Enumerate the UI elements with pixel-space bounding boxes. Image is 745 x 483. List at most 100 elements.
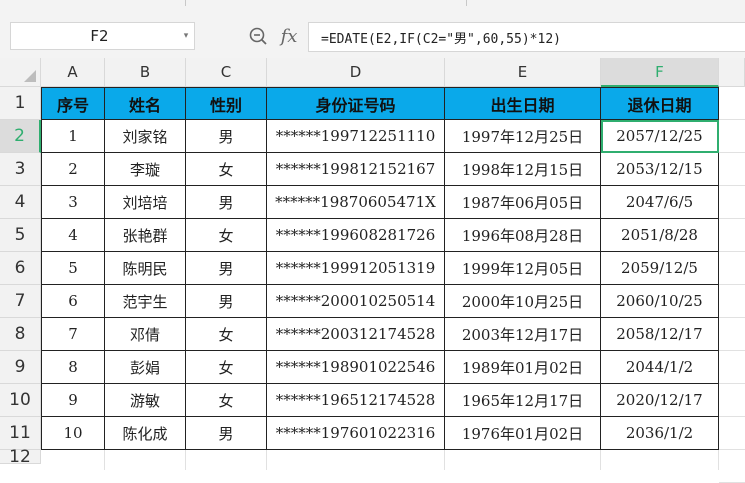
cell-index[interactable]: 7 — [41, 318, 105, 351]
cell-birth-date[interactable]: 1998年12月15日 — [445, 153, 601, 186]
cell-index[interactable]: 4 — [41, 219, 105, 252]
column-header-f[interactable]: F — [601, 58, 719, 87]
table-header-id-number[interactable]: 身份证号码 — [267, 87, 445, 120]
cell-index[interactable]: 9 — [41, 384, 105, 417]
cell-retire-date[interactable]: 2059/12/5 — [601, 252, 719, 285]
row-header-2[interactable]: 2 — [0, 120, 41, 153]
cell-index[interactable]: 10 — [41, 417, 105, 450]
row-header-4[interactable]: 4 — [0, 186, 41, 219]
name-box[interactable]: F2 ▾ — [10, 22, 195, 50]
cell-id-number[interactable]: ******198901022546 — [267, 351, 445, 384]
table-header-birth-date[interactable]: 出生日期 — [445, 87, 601, 120]
cell-id-number[interactable]: ******200312174528 — [267, 318, 445, 351]
cell-birth-date[interactable]: 1997年12月25日 — [445, 120, 601, 153]
gridline — [104, 450, 105, 470]
cell-index[interactable]: 8 — [41, 351, 105, 384]
cell-birth-date[interactable]: 1989年01月02日 — [445, 351, 601, 384]
cell-birth-date[interactable]: 2000年10月25日 — [445, 285, 601, 318]
cell-gender[interactable]: 女 — [186, 351, 267, 384]
row-header-5[interactable]: 5 — [0, 219, 41, 252]
row-header-10[interactable]: 10 — [0, 384, 41, 417]
cell-id-number[interactable]: ******199608281726 — [267, 219, 445, 252]
name-box-value: F2 — [90, 27, 109, 45]
formula-input[interactable]: =EDATE(E2,IF(C2="男",60,55)*12) — [308, 22, 745, 52]
cell-index[interactable]: 1 — [41, 120, 105, 153]
cell-birth-date[interactable]: 1976年01月02日 — [445, 417, 601, 450]
cell-retire-date[interactable]: 2036/1/2 — [601, 417, 719, 450]
cell-id-number[interactable]: ******199812152167 — [267, 153, 445, 186]
cell-id-number[interactable]: ******196512174528 — [267, 384, 445, 417]
table-header-gender[interactable]: 性别 — [186, 87, 267, 120]
cell-gender[interactable]: 女 — [186, 318, 267, 351]
cell-id-number[interactable]: ******19870605471X — [267, 186, 445, 219]
strip-tick — [466, 0, 467, 6]
table-header-index[interactable]: 序号 — [41, 87, 105, 120]
cell-name[interactable]: 彭娟 — [105, 351, 186, 384]
row-header-1[interactable]: 1 — [0, 87, 41, 120]
cell-name[interactable]: 张艳群 — [105, 219, 186, 252]
cell-retire-date[interactable]: 2044/1/2 — [601, 351, 719, 384]
cell-retire-date[interactable]: 2060/10/25 — [601, 285, 719, 318]
cell-gender[interactable]: 男 — [186, 285, 267, 318]
gridline — [266, 450, 267, 470]
cell-birth-date[interactable]: 2003年12月17日 — [445, 318, 601, 351]
cell-gender[interactable]: 女 — [186, 384, 267, 417]
cell-index[interactable]: 6 — [41, 285, 105, 318]
fx-icon[interactable]: fx — [276, 25, 302, 47]
row-header-7[interactable]: 7 — [0, 285, 41, 318]
gridline — [185, 450, 186, 470]
cell-birth-date[interactable]: 1996年08月28日 — [445, 219, 601, 252]
cell-retire-date[interactable]: 2047/6/5 — [601, 186, 719, 219]
cell-name[interactable]: 刘培培 — [105, 186, 186, 219]
cell-name[interactable]: 陈明民 — [105, 252, 186, 285]
row-header-3[interactable]: 3 — [0, 153, 41, 186]
cell-gender[interactable]: 男 — [186, 120, 267, 153]
cell-name[interactable]: 李璇 — [105, 153, 186, 186]
cell-id-number[interactable]: ******199712251110 — [267, 120, 445, 153]
cell-id-number[interactable]: ******197601022316 — [267, 417, 445, 450]
column-header-c[interactable]: C — [186, 58, 267, 87]
cell-gender[interactable]: 男 — [186, 252, 267, 285]
gridline — [719, 449, 745, 450]
zoom-icon[interactable] — [246, 25, 270, 47]
select-all-corner[interactable] — [0, 58, 41, 87]
gridline — [719, 350, 745, 351]
cell-gender[interactable]: 女 — [186, 219, 267, 252]
column-header-a[interactable]: A — [41, 58, 105, 87]
column-header-b[interactable]: B — [105, 58, 186, 87]
chevron-down-icon[interactable]: ▾ — [178, 31, 194, 41]
cell-birth-date[interactable]: 1999年12月05日 — [445, 252, 601, 285]
row-header-11[interactable]: 11 — [0, 417, 41, 450]
cell-name[interactable]: 范宇生 — [105, 285, 186, 318]
cell-retire-date[interactable]: 2053/12/15 — [601, 153, 719, 186]
cell-gender[interactable]: 女 — [186, 153, 267, 186]
cell-name[interactable]: 游敏 — [105, 384, 186, 417]
cell-name[interactable]: 陈化成 — [105, 417, 186, 450]
cell-retire-date[interactable]: 2051/8/28 — [601, 219, 719, 252]
cell-index[interactable]: 5 — [41, 252, 105, 285]
cell-birth-date[interactable]: 1965年12月17日 — [445, 384, 601, 417]
row-header-6[interactable]: 6 — [0, 252, 41, 285]
row-header-12[interactable]: 12 — [0, 447, 41, 467]
column-header-e[interactable]: E — [445, 58, 601, 87]
table-header-retire-date[interactable]: 退休日期 — [601, 87, 719, 120]
cell-retire-date[interactable]: 2057/12/25 — [601, 120, 719, 153]
column-header-d[interactable]: D — [267, 58, 445, 87]
gridline — [719, 383, 745, 384]
cell-retire-date[interactable]: 2058/12/17 — [601, 318, 719, 351]
cell-retire-date[interactable]: 2020/12/17 — [601, 384, 719, 417]
row-header-9[interactable]: 9 — [0, 351, 41, 384]
cell-birth-date[interactable]: 1987年06月05日 — [445, 186, 601, 219]
strip-tick — [185, 0, 186, 6]
cell-index[interactable]: 3 — [41, 186, 105, 219]
table-header-name[interactable]: 姓名 — [105, 87, 186, 120]
cell-id-number[interactable]: ******199912051319 — [267, 252, 445, 285]
cell-id-number[interactable]: ******200010250514 — [267, 285, 445, 318]
cell-name[interactable]: 邓倩 — [105, 318, 186, 351]
gridline — [719, 284, 745, 285]
cell-gender[interactable]: 男 — [186, 186, 267, 219]
row-header-8[interactable]: 8 — [0, 318, 41, 351]
cell-gender[interactable]: 男 — [186, 417, 267, 450]
cell-index[interactable]: 2 — [41, 153, 105, 186]
cell-name[interactable]: 刘家铭 — [105, 120, 186, 153]
